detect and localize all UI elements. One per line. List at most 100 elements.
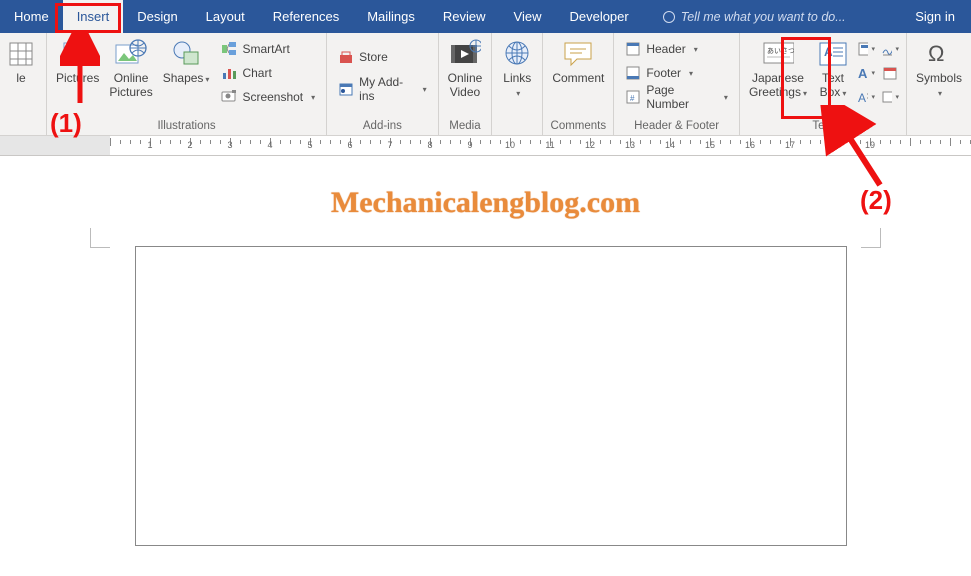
tab-mailings[interactable]: Mailings (353, 0, 429, 33)
callout-number-2: (2) (860, 185, 892, 216)
tab-view[interactable]: View (500, 0, 556, 33)
group-links-label (496, 119, 538, 135)
svg-text:A: A (858, 66, 868, 81)
pictures-button[interactable]: Pictures (51, 36, 104, 87)
online-video-label: Online Video (448, 71, 483, 100)
group-media-label: Media (443, 119, 488, 135)
links-button[interactable]: Links▾ (496, 36, 538, 102)
chart-label: Chart (242, 66, 271, 80)
pictures-label: Pictures (56, 71, 99, 85)
footer-label: Footer (646, 66, 681, 80)
shapes-label: Shapes▾ (163, 71, 210, 85)
text-box-button[interactable]: A Text Box▾ (812, 36, 854, 102)
online-pictures-icon (115, 38, 147, 70)
group-comments: Comment Comments (543, 33, 614, 135)
group-addins: Store My Add-ins ▾ Add-ins (327, 33, 438, 135)
object-button[interactable]: ▾ (880, 87, 900, 107)
comment-icon (562, 38, 594, 70)
comment-button[interactable]: Comment (547, 36, 609, 87)
symbols-button[interactable]: Ω Symbols▾ (911, 36, 967, 102)
watermark-text: Mechanicalengblog.com (331, 186, 640, 220)
text-misc-column: ▾ ▾ A▾ A▾ ▾ (854, 36, 902, 107)
page-corner-right (861, 228, 881, 248)
text-box-icon: A (817, 38, 849, 70)
group-symbols-label (911, 119, 967, 135)
smartart-icon (221, 41, 237, 57)
tab-references[interactable]: References (259, 0, 353, 33)
screenshot-button[interactable]: Screenshot ▾ (218, 86, 318, 108)
sign-in-link[interactable]: Sign in (899, 0, 971, 33)
smartart-button[interactable]: SmartArt (218, 38, 318, 60)
store-button[interactable]: Store (335, 46, 429, 68)
signature-line-button[interactable]: ▾ (880, 39, 900, 59)
group-links: Links▾ (492, 33, 543, 135)
svg-text:あいさつ: あいさつ (767, 47, 794, 55)
group-addins-label: Add-ins (331, 119, 433, 135)
chevron-down-icon: ▾ (311, 93, 315, 102)
tell-me-placeholder: Tell me what you want to do... (681, 10, 846, 24)
header-label: Header (646, 42, 685, 56)
page-number-label: Page Number (646, 83, 716, 111)
links-icon (501, 38, 533, 70)
drop-cap-button[interactable]: A▾ (856, 87, 876, 107)
svg-text:A: A (824, 45, 833, 59)
tab-layout[interactable]: Layout (192, 0, 259, 33)
chart-icon (221, 65, 237, 81)
header-button[interactable]: Header ▾ (622, 38, 731, 60)
chevron-down-icon: ▾ (689, 69, 693, 78)
ribbon-tabstrip: Home Insert Design Layout References Mai… (0, 0, 971, 33)
page-number-icon: # (625, 89, 641, 105)
shapes-button[interactable]: Shapes▾ (158, 36, 215, 87)
object-icon (881, 89, 892, 105)
online-pictures-button[interactable]: Online Pictures (104, 36, 157, 102)
date-time-button[interactable] (880, 63, 900, 83)
online-pictures-label: Online Pictures (109, 71, 152, 100)
quick-parts-icon (857, 41, 868, 57)
group-text: あいさつ Japanese Greetings▾ A Text Box▾ ▾ ▾… (740, 33, 907, 135)
drop-cap-icon: A (857, 89, 868, 105)
tab-review[interactable]: Review (429, 0, 500, 33)
store-icon (338, 49, 354, 65)
svg-text:A: A (858, 91, 866, 105)
group-illustrations: Pictures Online Pictures Shapes▾ (47, 33, 327, 135)
text-box-frame[interactable] (135, 246, 847, 546)
tell-me-search[interactable]: Tell me what you want to do... (663, 0, 846, 33)
group-symbols: Ω Symbols▾ (907, 33, 971, 135)
callout-number-1: (1) (50, 108, 82, 139)
comment-label: Comment (552, 71, 604, 85)
my-addins-icon (338, 81, 354, 97)
footer-button[interactable]: Footer ▾ (622, 62, 731, 84)
chart-button[interactable]: Chart (218, 62, 318, 84)
horizontal-ruler[interactable]: 12345678910111213141516171819 (0, 136, 971, 156)
tab-developer[interactable]: Developer (555, 0, 642, 33)
symbols-label: Symbols▾ (916, 71, 962, 100)
tab-design[interactable]: Design (123, 0, 191, 33)
wordart-button[interactable]: A▾ (856, 63, 876, 83)
table-button[interactable]: le (0, 36, 42, 87)
chevron-down-icon: ▾ (694, 45, 698, 54)
footer-icon (625, 65, 641, 81)
page-corner-left (90, 228, 110, 248)
screenshot-label: Screenshot (242, 90, 303, 104)
wordart-icon: A (857, 65, 868, 81)
my-addins-button[interactable]: My Add-ins ▾ (335, 78, 429, 100)
page-number-button[interactable]: # Page Number ▾ (622, 86, 731, 108)
japanese-greetings-label: Japanese Greetings▾ (749, 71, 807, 100)
my-addins-label: My Add-ins (359, 75, 414, 103)
online-video-button[interactable]: Online Video (443, 36, 488, 102)
quick-parts-button[interactable]: ▾ (856, 39, 876, 59)
screenshot-icon (221, 89, 237, 105)
svg-text:#: # (630, 94, 635, 103)
table-icon (5, 38, 37, 70)
japanese-greetings-icon: あいさつ (762, 38, 794, 70)
text-box-label: Text Box▾ (820, 71, 847, 100)
japanese-greetings-button[interactable]: あいさつ Japanese Greetings▾ (744, 36, 812, 102)
group-header-footer-label: Header & Footer (618, 119, 735, 135)
table-label: le (16, 71, 25, 85)
document-area[interactable]: Mechanicalengblog.com (0, 156, 971, 576)
store-label: Store (359, 50, 388, 64)
tab-home[interactable]: Home (0, 0, 63, 33)
svg-text:Ω: Ω (928, 41, 944, 66)
group-media: Online Video Media (439, 33, 493, 135)
tab-insert[interactable]: Insert (63, 0, 124, 33)
